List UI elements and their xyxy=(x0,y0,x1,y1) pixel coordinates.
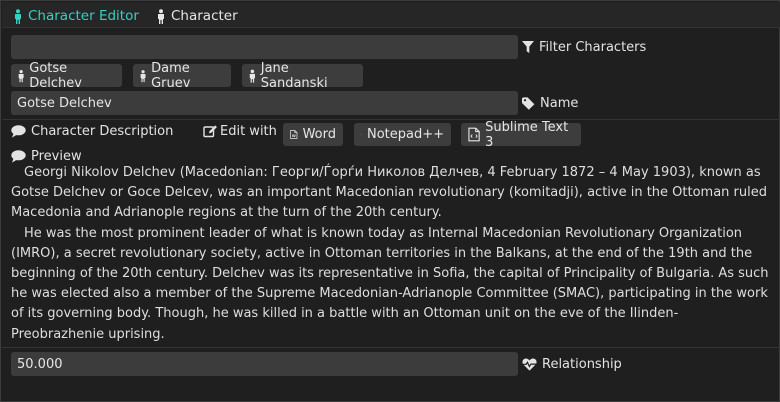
name-input[interactable]: Gotse Delchev xyxy=(11,91,518,115)
name-label: Name xyxy=(522,91,578,115)
tab-label: Character xyxy=(171,8,238,24)
chip-label: Jane Sandanski xyxy=(260,60,328,91)
character-chip-gotse-delchev[interactable]: Gotse Delchev xyxy=(11,61,122,91)
heartbeat-icon xyxy=(522,358,537,371)
edit-with-text: Edit with xyxy=(220,123,277,139)
code-file-icon xyxy=(361,133,362,136)
relationship-label-text: Relationship xyxy=(542,356,622,372)
preview-text: Georgi Nikolov Delchev (Macedonian: Геор… xyxy=(11,163,769,345)
edit-with-label: Edit with xyxy=(203,119,277,143)
filter-characters-input[interactable] xyxy=(11,35,518,59)
svg-text:W: W xyxy=(292,134,296,138)
filter-characters-label: Filter Characters xyxy=(522,35,646,59)
preview-paragraph: Georgi Nikolov Delchev (Macedonian: Геор… xyxy=(11,165,767,221)
word-document-icon: W xyxy=(290,130,298,139)
person-icon xyxy=(140,69,146,82)
filter-icon xyxy=(522,41,534,53)
relationship-input[interactable]: 50.000 xyxy=(11,352,518,376)
filter-label-text: Filter Characters xyxy=(539,39,647,55)
chip-label: Gotse Delchev xyxy=(29,60,82,91)
comment-icon xyxy=(11,124,26,138)
character-chip-dame-gruev[interactable]: Dame Gruev xyxy=(133,61,231,91)
tag-icon xyxy=(522,96,535,110)
person-icon xyxy=(158,8,164,24)
edit-with-notepadpp-button[interactable]: Notepad++ xyxy=(354,123,451,146)
character-chip-jane-sandanski[interactable]: Jane Sandanski xyxy=(242,61,363,91)
editor-label: Sublime Text 3 xyxy=(485,119,569,150)
editor-label: Notepad++ xyxy=(366,127,444,142)
tab-character-editor[interactable]: Character Editor xyxy=(13,6,139,26)
person-icon xyxy=(15,8,21,24)
tab-bar: Character Editor Character xyxy=(2,2,780,28)
edit-with-word-button[interactable]: W Word xyxy=(283,123,343,146)
edit-icon xyxy=(203,124,217,137)
name-label-text: Name xyxy=(540,95,579,111)
preview-label-text: Preview xyxy=(31,148,82,164)
comment-icon xyxy=(11,149,26,163)
description-label-text: Character Description xyxy=(31,123,174,139)
chip-label: Dame Gruev xyxy=(151,60,191,91)
editor-label: Word xyxy=(302,127,336,142)
edit-with-sublime-button[interactable]: Sublime Text 3 xyxy=(461,120,581,150)
relationship-label: Relationship xyxy=(522,352,622,376)
character-description-label: Character Description xyxy=(11,119,173,143)
person-icon xyxy=(18,69,24,82)
preview-paragraph: He was the most prominent leader of what… xyxy=(11,225,769,342)
tab-label: Character Editor xyxy=(28,8,139,24)
tab-character[interactable]: Character xyxy=(156,6,238,26)
person-icon xyxy=(249,69,255,83)
divider xyxy=(2,347,780,348)
character-editor-window: Character Editor Character Filter Charac… xyxy=(0,0,780,402)
code-file-icon xyxy=(468,127,480,142)
